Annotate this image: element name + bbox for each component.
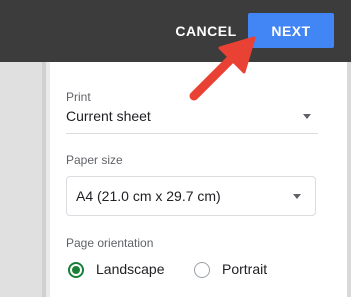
landscape-label: Landscape: [96, 261, 165, 277]
chevron-down-icon: [293, 194, 301, 199]
radio-unselected-icon[interactable]: [194, 262, 210, 278]
print-label: Print: [66, 90, 91, 104]
print-scope-underline: [66, 133, 318, 134]
orientation-option-landscape[interactable]: Landscape: [66, 259, 166, 281]
top-toolbar: CANCEL NEXT: [0, 0, 351, 62]
radio-selected-icon[interactable]: [68, 262, 84, 278]
paper-size-value: A4 (21.0 cm x 29.7 cm): [76, 188, 221, 204]
panel-right-edge: [347, 62, 351, 297]
portrait-label: Portrait: [222, 261, 268, 277]
paper-size-label: Paper size: [66, 153, 123, 167]
annotation-arrow-icon: [189, 36, 256, 101]
print-scope-value: Current sheet: [66, 108, 151, 124]
paper-size-dropdown[interactable]: A4 (21.0 cm x 29.7 cm): [66, 176, 316, 216]
chevron-down-icon: [303, 114, 311, 119]
orientation-option-portrait[interactable]: Portrait: [192, 259, 292, 281]
orientation-label: Page orientation: [66, 236, 154, 250]
sheet-preview-area: [0, 62, 46, 297]
